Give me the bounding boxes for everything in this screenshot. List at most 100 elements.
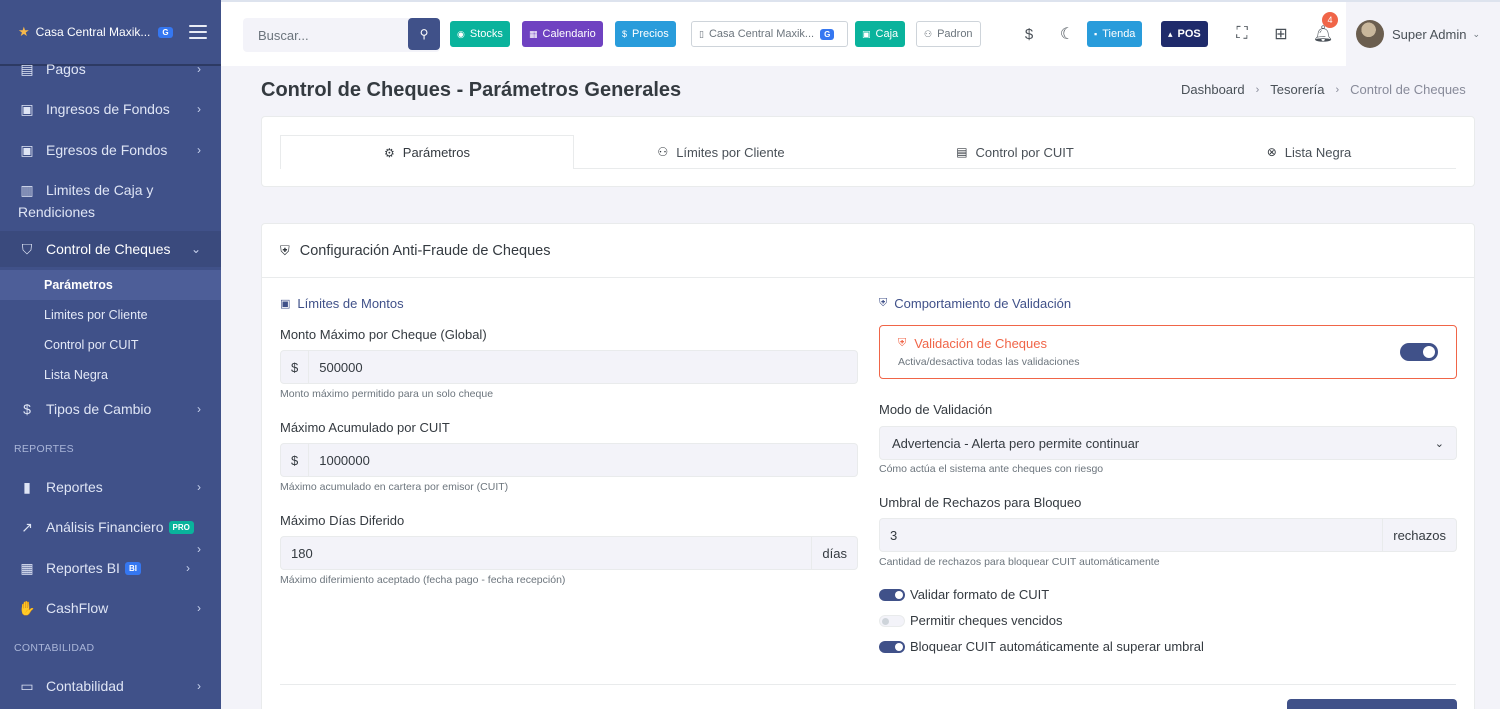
validation-toggle-box: ⛨ Validación de Cheques Activa/desactiva … (879, 325, 1457, 379)
sidebar-item-label: Contabilidad (46, 678, 124, 694)
max-days-field[interactable]: 180 días (280, 536, 858, 570)
permitir-vencidos-toggle[interactable] (879, 615, 905, 627)
currency-icon[interactable]: $ (1019, 24, 1039, 44)
mode-help: Cómo actúa el sistema ante cheques con r… (879, 463, 1104, 475)
max-accum-label: Máximo Acumulado por CUIT (280, 420, 450, 435)
threshold-value[interactable]: 3 (880, 528, 907, 543)
tab-lista-negra[interactable]: ⊗ Lista Negra (1162, 135, 1456, 169)
tab-label: Parámetros (402, 145, 470, 160)
max-accum-help: Máximo acumulado en cartera por emisor (… (280, 481, 509, 493)
shield-icon: ⛨ (879, 297, 888, 309)
chevron-right-icon: › (186, 561, 190, 575)
dollar-icon: $ (622, 29, 628, 39)
sidebar-item-ingresos[interactable]: ▣ Ingresos de Fondos › (0, 96, 221, 122)
threshold-help: Cantidad de rechazos para bloquear CUIT … (879, 556, 1160, 568)
cash-register-icon: ▥ (20, 181, 34, 198)
tienda-button[interactable]: ▪ Tienda (1087, 21, 1143, 47)
topbar: Buscar... ⚲ ◉ Stocks ▦ Calendario $ Precios… (221, 0, 1500, 66)
sidebar-item-reportes[interactable]: ▮ Reportes › (0, 474, 221, 500)
max-per-cheque-help: Monto máximo permitido para un solo cheq… (280, 388, 494, 400)
cash-register-icon: ▣ (862, 28, 871, 39)
chevron-right-icon: › (197, 601, 201, 615)
sidebar-item-egresos[interactable]: ▣ Egresos de Fondos › (0, 137, 221, 163)
max-per-cheque-field[interactable]: $ 500000 (280, 350, 858, 384)
notification-badge: 4 (1322, 12, 1338, 28)
branch-selector[interactable]: ▯ Casa Central Maxik... G (691, 21, 848, 47)
caja-button[interactable]: ▣ Caja (855, 21, 906, 47)
sidebar-subitem-lista-negra[interactable]: Lista Negra (44, 368, 108, 382)
block-icon: ⊗ (1266, 145, 1277, 159)
limits-section-title: ▣ Límites de Montos (280, 296, 404, 311)
pos-icon: ▴ (1168, 28, 1173, 39)
user-menu[interactable]: Super Admin ⌄ (1346, 2, 1500, 66)
calendario-button[interactable]: ▦ Calendario (522, 21, 603, 47)
user-search-icon: ⚇ (924, 28, 933, 39)
chevron-right-icon: › (197, 402, 201, 416)
sidebar-item-label: Reportes BI (46, 560, 120, 576)
sidebar-item-control-cheques[interactable]: ⛉ Control de Cheques ⌄ (0, 231, 221, 267)
tab-parametros[interactable]: ⚙ Parámetros (280, 135, 574, 169)
sidebar-item-reportes-bi[interactable]: ▦ Reportes BI BI › (0, 555, 221, 581)
sidebar-item-tipos-cambio[interactable]: $ Tipos de Cambio › (0, 396, 221, 422)
threshold-suffix: rechazos (1382, 519, 1456, 551)
precios-button[interactable]: $ Precios (615, 21, 676, 47)
shield-check-icon: ⛉ (21, 240, 33, 257)
store-icon: ▪ (1094, 29, 1098, 39)
validar-cuit-toggle[interactable] (879, 589, 905, 601)
sidebar-item-pagos[interactable]: ▤ Pagos › (0, 58, 221, 80)
breadcrumb-dashboard[interactable]: Dashboard (1181, 82, 1245, 97)
validar-cuit-label: Validar formato de CUIT (910, 587, 1050, 602)
sidebar-item-label: Tipos de Cambio (46, 401, 152, 417)
breadcrumb-tesoreria[interactable]: Tesorería (1270, 82, 1324, 97)
stocks-button[interactable]: ◉ Stocks (450, 21, 510, 47)
sidebar-subitem-control-cuit[interactable]: Control por CUIT (44, 338, 138, 352)
cashflow-icon: ✋ (18, 599, 36, 616)
sidebar-item-contabilidad[interactable]: ▭ Contabilidad › (0, 673, 221, 699)
max-per-cheque-value[interactable]: 500000 (309, 360, 372, 375)
sidebar-item-analisis[interactable]: ↗ Análisis Financiero PRO (0, 514, 221, 540)
max-accum-field[interactable]: $ 1000000 (280, 443, 858, 477)
shield-check-icon: ⛨ (898, 337, 907, 349)
sidebar-subitem-parametros[interactable]: Parámetros (44, 278, 113, 292)
search-input[interactable]: Buscar... (258, 28, 309, 43)
wallet-icon: ▤ (20, 60, 34, 77)
dark-mode-icon[interactable]: ☾ (1057, 24, 1077, 44)
brand-name[interactable]: Casa Central Maxik... (36, 25, 151, 39)
sidebar-item-limites-caja[interactable]: ▥ Limites de Caja y (0, 178, 221, 202)
chevron-down-icon: ⌄ (1472, 28, 1480, 39)
sidebar-item-rendiciones[interactable]: Rendiciones (0, 200, 221, 224)
sidebar-item-cashflow[interactable]: ✋ CashFlow › (0, 595, 221, 621)
pos-button[interactable]: ▴ POS (1161, 21, 1208, 47)
avatar (1356, 20, 1384, 48)
search-button[interactable]: ⚲ (408, 18, 440, 50)
save-button[interactable] (1287, 699, 1457, 709)
padron-button[interactable]: ⚇ Padron (916, 21, 981, 47)
mode-select[interactable]: Advertencia - Alerta pero permite contin… (879, 426, 1457, 460)
users-icon: ⚇ (657, 145, 669, 159)
max-accum-value[interactable]: 1000000 (309, 453, 380, 468)
limits-title-label: Límites de Montos (297, 296, 404, 311)
bloquear-cuit-toggle[interactable] (879, 641, 905, 653)
fullscreen-icon[interactable]: ⛶ (1232, 24, 1252, 44)
sidebar-item-label: Control de Cheques (46, 241, 171, 257)
sidebar-subitem-limites-cliente[interactable]: Limites por Cliente (44, 308, 148, 322)
user-name: Super Admin (1392, 26, 1467, 42)
currency-prefix: $ (281, 444, 310, 476)
hamburger-menu-icon[interactable] (189, 25, 207, 39)
tienda-label: Tienda (1102, 28, 1136, 40)
sidebar-item-label: Egresos de Fondos (46, 142, 168, 158)
pro-badge: PRO (168, 520, 194, 534)
chevron-right-icon: › (197, 102, 201, 116)
tab-control-cuit[interactable]: ▤ Control por CUIT (868, 135, 1162, 169)
validation-toggle[interactable] (1400, 343, 1438, 361)
caja-label: Caja (875, 28, 899, 40)
chevron-right-icon: › (197, 143, 201, 157)
sidebar: ★ Casa Central Maxik... G ▤ Pagos › ▣ In… (0, 0, 221, 709)
sidebar-item-label: Limites de Caja y (46, 182, 154, 198)
max-days-value[interactable]: 180 (281, 546, 323, 561)
threshold-field[interactable]: 3 rechazos (879, 518, 1457, 552)
calendario-label: Calendario (542, 28, 596, 40)
tab-limites-cliente[interactable]: ⚇ Límites por Cliente (574, 135, 868, 169)
form-footer-divider (280, 684, 1456, 685)
apps-grid-icon[interactable]: ⊞ (1271, 24, 1291, 44)
